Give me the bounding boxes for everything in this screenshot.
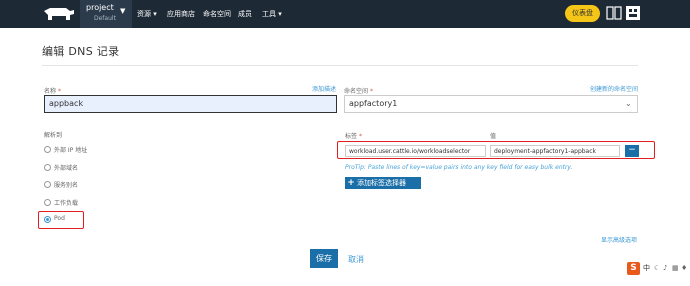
nav-members[interactable]: 成员 [238,9,252,19]
chevron-down-icon: ⌄ [625,99,632,108]
project-name: project [86,3,114,12]
rancher-logo-icon[interactable] [40,5,76,23]
option-label: 外部 IP 地址 [54,147,88,154]
nav-catalog[interactable]: 应用商店 [167,9,195,19]
ime-language[interactable]: 中 [643,263,650,273]
avatar[interactable] [626,6,640,20]
page-title: 编辑 DNS 记录 [42,45,120,58]
cancel-button[interactable]: 取消 [348,254,364,265]
create-namespace-link[interactable]: 创建新的命名空间 [590,84,638,93]
plus-icon: + [347,178,355,188]
name-field[interactable]: appback [44,95,337,113]
add-label-selector-label: 添加标签选择器 [357,179,406,187]
divider [42,65,638,66]
show-advanced-link[interactable]: 显示高级选项 [601,235,637,244]
sogou-logo[interactable]: S [627,262,640,275]
highlight-box [38,211,84,229]
nav-resources[interactable]: 资源 ▾ [137,9,157,19]
name-label: 名称 * [44,88,61,95]
radio-button[interactable] [44,181,51,188]
moon-icon[interactable]: ☾ [654,264,660,272]
protip-text: ProTip: Paste lines of key=value pairs i… [345,164,573,171]
ime-toolbar: S 中 ☾ ♪ ▦ ♦ [627,262,690,275]
keyboard-icon[interactable]: ▦ [672,264,679,272]
project-switcher[interactable]: project Default ▼ [80,0,132,28]
project-cluster: Default [94,15,116,22]
top-nav: project Default ▼ 资源 ▾ 应用商店 命名空间 成员 工具 ▾… [0,0,690,28]
nav-tools[interactable]: 工具 ▾ [262,9,282,19]
book-icon[interactable] [606,6,622,20]
option-label: 外部域名 [54,165,79,172]
mic-icon[interactable]: ♪ [663,264,667,272]
resolve-to-label: 解析到 [44,132,63,139]
namespace-select[interactable]: appfactory1 [344,95,638,113]
nav-namespaces[interactable]: 命名空间 [203,9,231,19]
save-button[interactable]: 保存 [310,249,338,268]
radio-button[interactable] [44,199,51,206]
option-label: 工作负载 [54,200,79,207]
tshirt-icon[interactable]: ♦ [681,264,687,272]
highlight-box [337,141,655,159]
chevron-down-icon: ▼ [120,7,126,15]
add-label-selector-button[interactable]: + 添加标签选择器 [345,177,421,189]
add-description-link[interactable]: 添加描述 [312,84,336,93]
radio-button[interactable] [44,164,51,171]
label-value-header: 值 [490,133,497,140]
option-label: 服务别名 [54,182,79,189]
label-key-header: 标签 * [345,133,362,140]
radio-button[interactable] [44,146,51,153]
dashboard-button[interactable]: 仪表盘 [565,5,600,22]
namespace-label: 命名空间 * [344,88,373,95]
